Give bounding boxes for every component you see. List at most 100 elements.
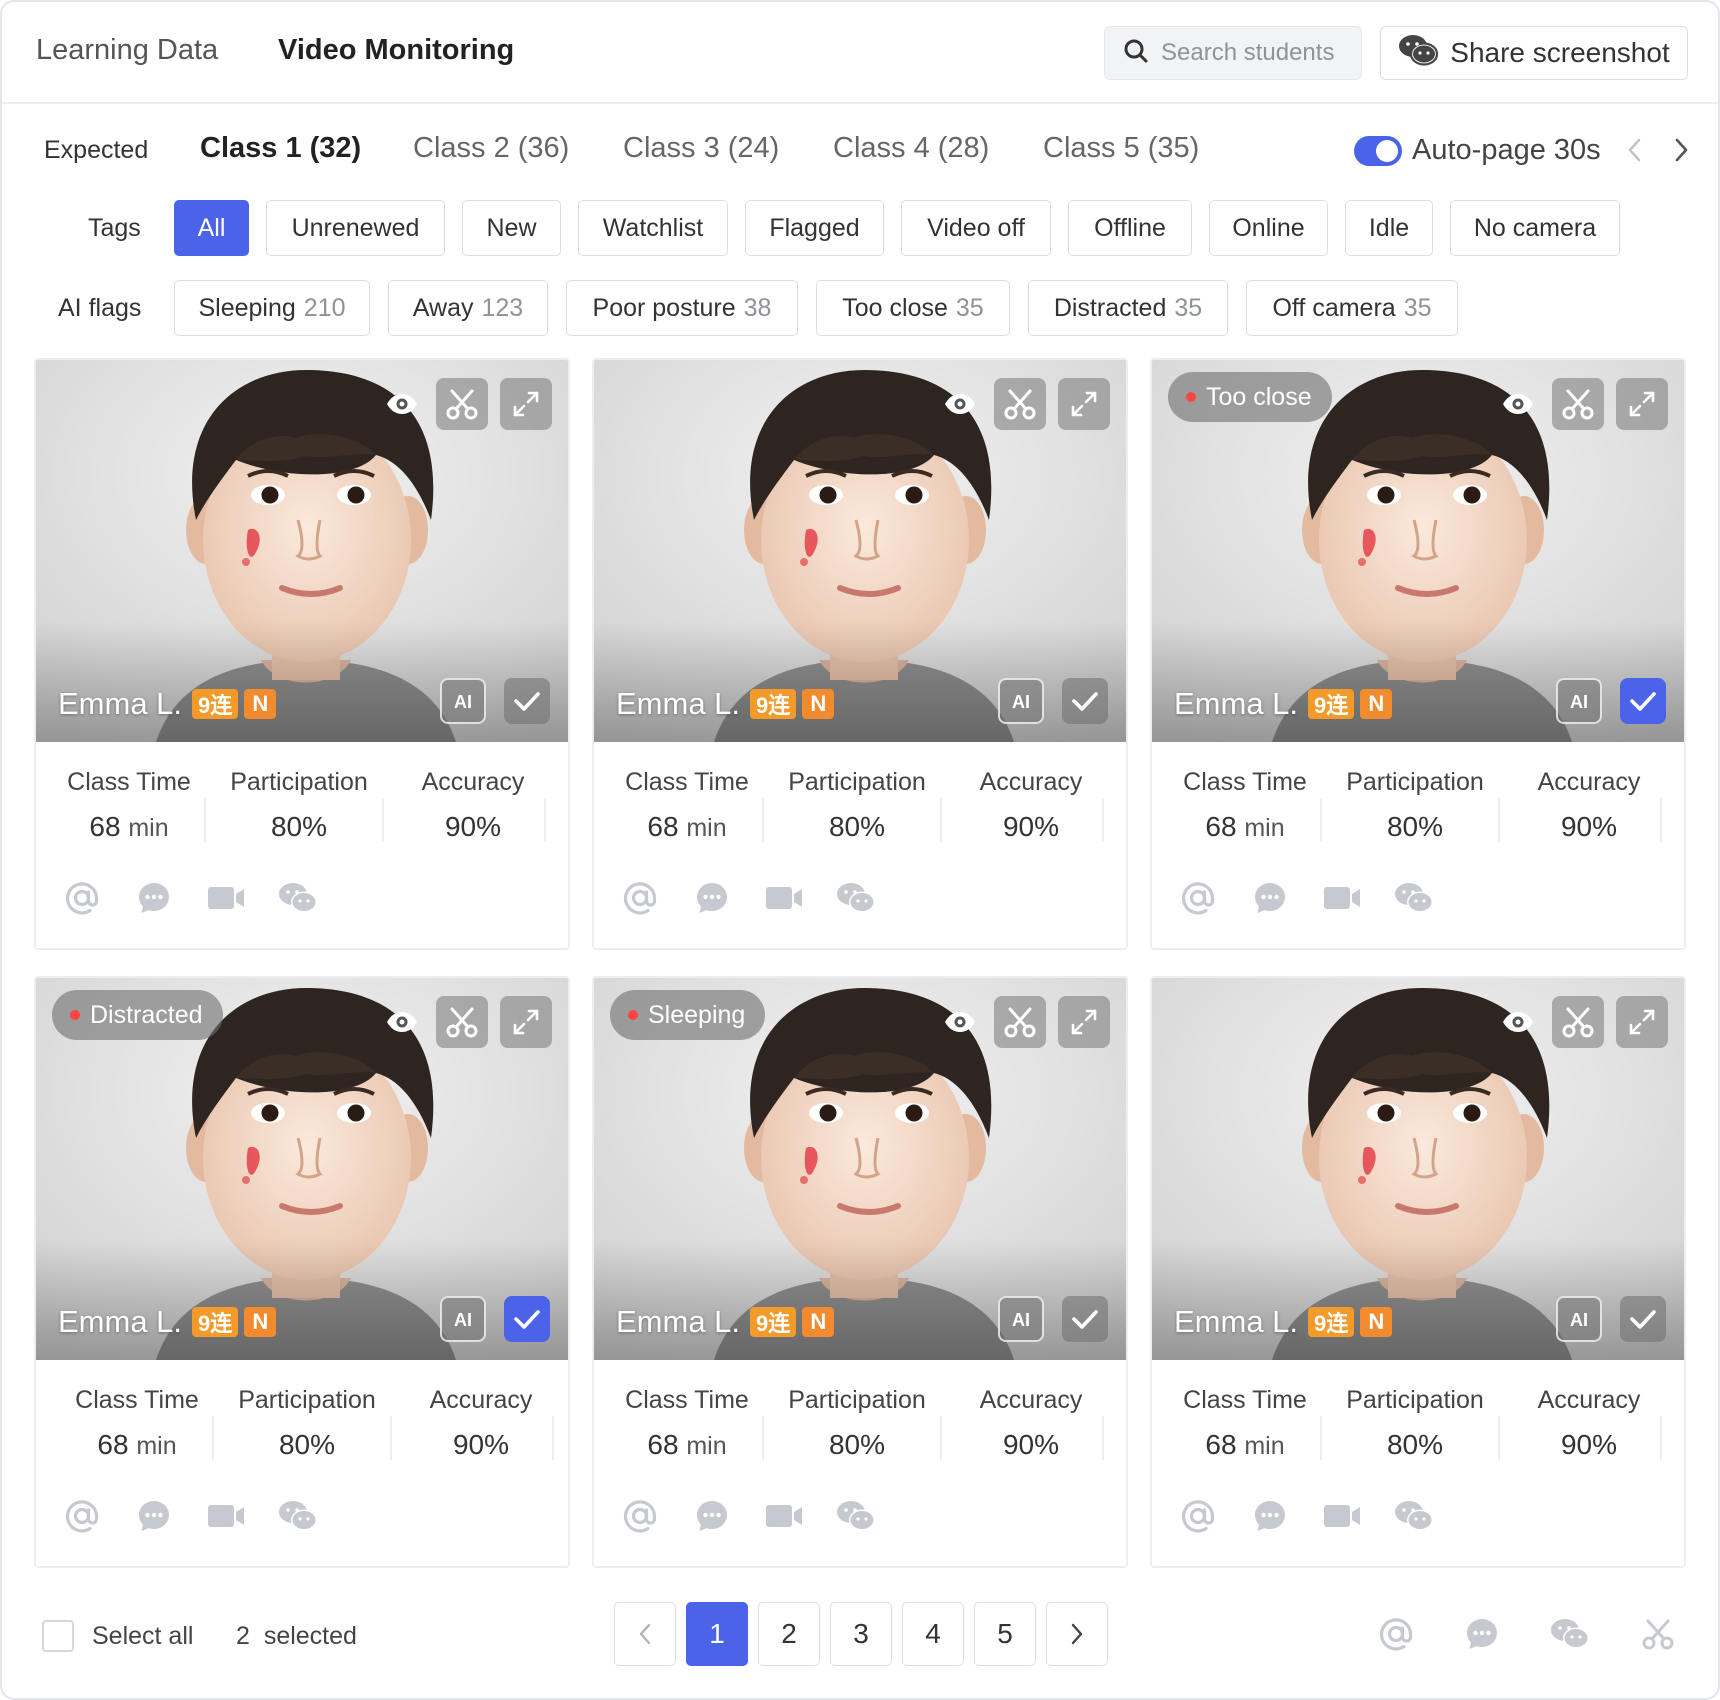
chat-icon[interactable] — [1250, 878, 1290, 918]
scissors-icon[interactable] — [994, 996, 1046, 1048]
bulk-message-button[interactable] — [1460, 1614, 1504, 1658]
eye-icon[interactable] — [934, 996, 986, 1048]
eye-icon[interactable] — [934, 378, 986, 430]
tag-no-camera[interactable]: No camera — [1450, 200, 1620, 256]
eye-icon[interactable] — [376, 378, 428, 430]
at-icon[interactable] — [62, 1496, 102, 1536]
page-5-button[interactable]: 5 — [974, 1602, 1036, 1666]
tag-new[interactable]: New — [462, 200, 561, 256]
student-video[interactable]: Emma L. 9连 N AI — [594, 360, 1126, 742]
student-video[interactable]: Too close Emma L. 9连 N AI — [1152, 360, 1684, 742]
chat-icon[interactable] — [692, 878, 732, 918]
student-video[interactable]: Emma L. 9连 N AI — [36, 360, 568, 742]
student-video[interactable]: Distracted Emma L. 9连 N AI — [36, 978, 568, 1360]
select-all-checkbox[interactable] — [42, 1620, 74, 1652]
chat-icon[interactable] — [134, 878, 174, 918]
eye-icon[interactable] — [1492, 996, 1544, 1048]
wechat-icon[interactable] — [278, 878, 318, 918]
ai-flag-too-close[interactable]: Too close 35 — [816, 280, 1010, 336]
select-check-icon[interactable] — [504, 1296, 550, 1342]
nav-tab-learning-data[interactable]: Learning Data — [36, 34, 218, 67]
select-all-label[interactable]: Select all — [92, 1622, 193, 1651]
student-card[interactable]: Distracted Emma L. 9连 N AI Class Time 68… — [34, 976, 570, 1568]
select-check-icon[interactable] — [1620, 678, 1666, 724]
expand-icon[interactable] — [1616, 378, 1668, 430]
expand-icon[interactable] — [1058, 378, 1110, 430]
share-screenshot-button[interactable]: Share screenshot — [1380, 26, 1688, 80]
ai-icon[interactable]: AI — [998, 1296, 1044, 1342]
page-1-button[interactable]: 1 — [686, 1602, 748, 1666]
student-card[interactable]: Sleeping Emma L. 9连 N AI Class Time 68 m… — [592, 976, 1128, 1568]
tag-unrenewed[interactable]: Unrenewed — [266, 200, 445, 256]
at-icon[interactable] — [620, 878, 660, 918]
chat-icon[interactable] — [134, 1496, 174, 1536]
student-card[interactable]: Emma L. 9连 N AI Class Time 68 min Partic… — [1150, 976, 1686, 1568]
video-icon[interactable] — [206, 878, 246, 918]
chevron-right-icon[interactable] — [1666, 132, 1696, 168]
video-icon[interactable] — [1322, 878, 1362, 918]
wechat-icon[interactable] — [278, 1496, 318, 1536]
ai-icon[interactable]: AI — [1556, 678, 1602, 724]
ai-flag-poor-posture[interactable]: Poor posture 38 — [566, 280, 798, 336]
at-icon[interactable] — [1178, 1496, 1218, 1536]
at-icon[interactable] — [1178, 878, 1218, 918]
wechat-icon[interactable] — [836, 878, 876, 918]
expand-icon[interactable] — [1058, 996, 1110, 1048]
scissors-icon[interactable] — [1552, 996, 1604, 1048]
select-check-icon[interactable] — [1620, 1296, 1666, 1342]
nav-tab-video-monitoring[interactable]: Video Monitoring — [278, 34, 514, 67]
chat-icon[interactable] — [692, 1496, 732, 1536]
tab-class-2[interactable]: Class 2 (36) — [413, 132, 569, 165]
search-box[interactable] — [1104, 26, 1362, 80]
student-card[interactable]: Emma L. 9连 N AI Class Time 68 min Partic… — [592, 358, 1128, 950]
scissors-icon[interactable] — [436, 996, 488, 1048]
select-check-icon[interactable] — [504, 678, 550, 724]
prev-page-button[interactable] — [614, 1602, 676, 1666]
video-icon[interactable] — [206, 1496, 246, 1536]
tag-all[interactable]: All — [174, 200, 249, 256]
bulk-wechat-button[interactable] — [1548, 1614, 1592, 1658]
tab-class-1[interactable]: Class 1 (32) — [200, 132, 361, 165]
at-icon[interactable] — [62, 878, 102, 918]
video-icon[interactable] — [1322, 1496, 1362, 1536]
bulk-mention-button[interactable] — [1374, 1614, 1418, 1658]
chat-icon[interactable] — [1250, 1496, 1290, 1536]
eye-icon[interactable] — [376, 996, 428, 1048]
scissors-icon[interactable] — [1552, 378, 1604, 430]
next-page-button[interactable] — [1046, 1602, 1108, 1666]
student-card[interactable]: Too close Emma L. 9连 N AI Class Time 68 … — [1150, 358, 1686, 950]
ai-icon[interactable]: AI — [440, 1296, 486, 1342]
search-input[interactable] — [1161, 39, 1351, 67]
scissors-icon[interactable] — [994, 378, 1046, 430]
wechat-icon[interactable] — [1394, 1496, 1434, 1536]
ai-flag-distracted[interactable]: Distracted 35 — [1028, 280, 1228, 336]
ai-icon[interactable]: AI — [440, 678, 486, 724]
ai-icon[interactable]: AI — [1556, 1296, 1602, 1342]
ai-flag-away[interactable]: Away 123 — [388, 280, 548, 336]
wechat-icon[interactable] — [1394, 878, 1434, 918]
expand-icon[interactable] — [500, 996, 552, 1048]
ai-flag-off-camera[interactable]: Off camera 35 — [1246, 280, 1458, 336]
tag-idle[interactable]: Idle — [1345, 200, 1433, 256]
eye-icon[interactable] — [1492, 378, 1544, 430]
page-2-button[interactable]: 2 — [758, 1602, 820, 1666]
tag-online[interactable]: Online — [1209, 200, 1328, 256]
video-icon[interactable] — [764, 1496, 804, 1536]
wechat-icon[interactable] — [836, 1496, 876, 1536]
student-card[interactable]: Emma L. 9连 N AI Class Time 68 min Partic… — [34, 358, 570, 950]
tag-watchlist[interactable]: Watchlist — [578, 200, 728, 256]
page-3-button[interactable]: 3 — [830, 1602, 892, 1666]
tag-offline[interactable]: Offline — [1068, 200, 1192, 256]
ai-flag-sleeping[interactable]: Sleeping 210 — [174, 280, 370, 336]
bulk-screenshot-button[interactable] — [1636, 1614, 1680, 1658]
page-4-button[interactable]: 4 — [902, 1602, 964, 1666]
tab-class-3[interactable]: Class 3 (24) — [623, 132, 779, 165]
scissors-icon[interactable] — [436, 378, 488, 430]
student-video[interactable]: Sleeping Emma L. 9连 N AI — [594, 978, 1126, 1360]
student-video[interactable]: Emma L. 9连 N AI — [1152, 978, 1684, 1360]
ai-icon[interactable]: AI — [998, 678, 1044, 724]
expand-icon[interactable] — [500, 378, 552, 430]
select-check-icon[interactable] — [1062, 678, 1108, 724]
tab-class-4[interactable]: Class 4 (28) — [833, 132, 989, 165]
tag-video-off[interactable]: Video off — [901, 200, 1051, 256]
